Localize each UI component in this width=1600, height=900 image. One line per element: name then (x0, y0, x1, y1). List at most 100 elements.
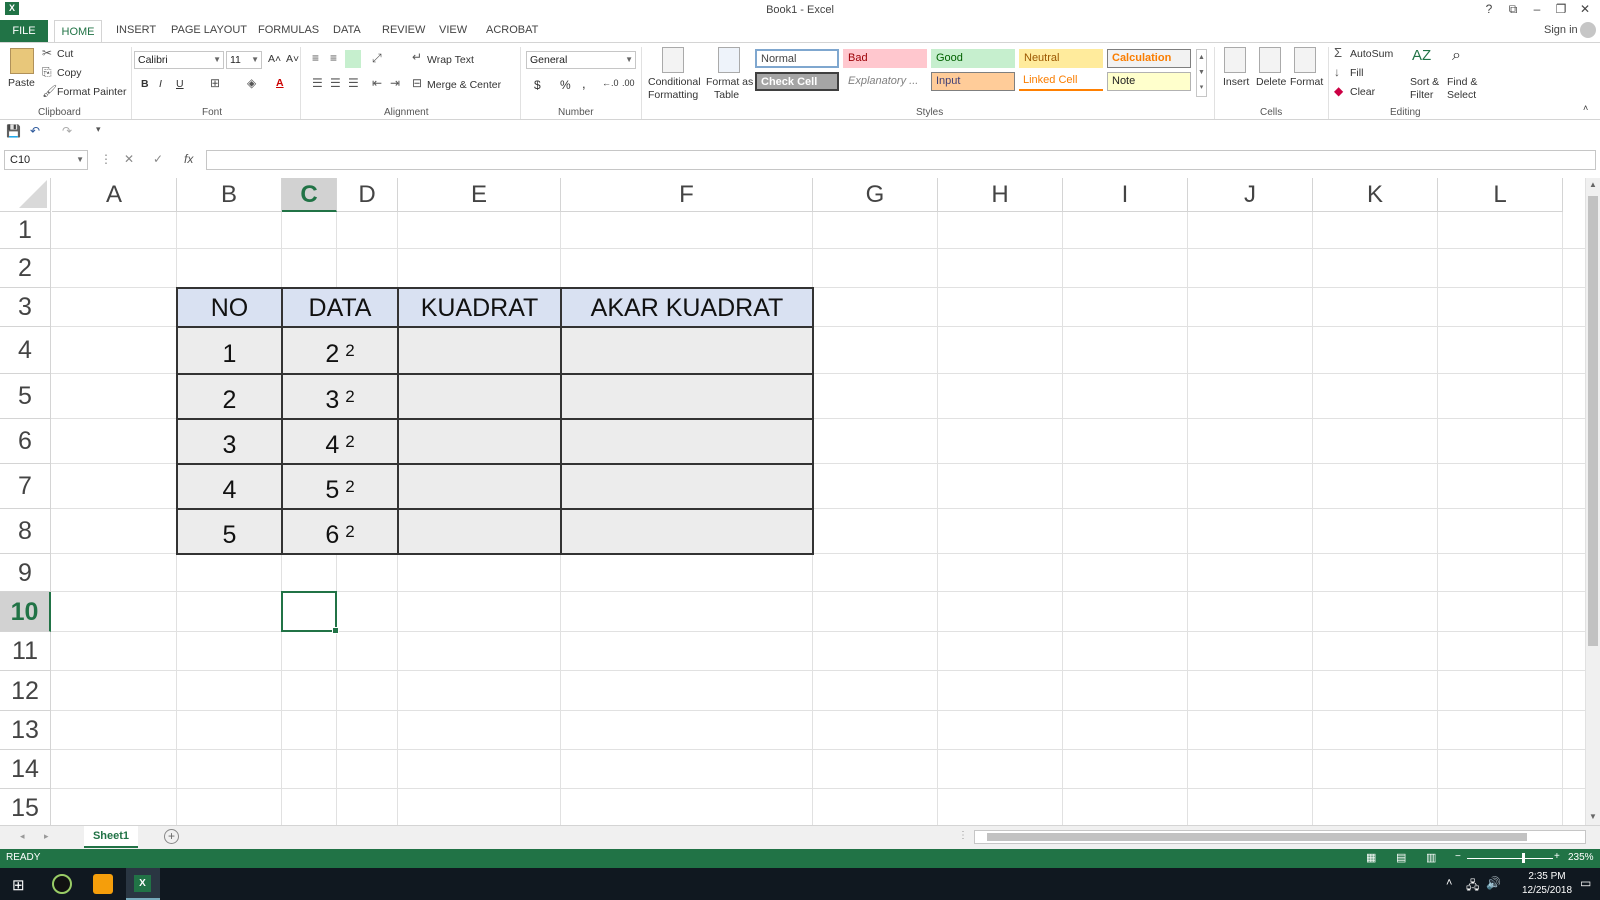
save-icon[interactable]: 💾 (6, 124, 21, 138)
tab-file[interactable]: FILE (0, 20, 48, 42)
tab-data[interactable]: DATA (333, 24, 361, 36)
fill-button[interactable]: Fill (1350, 67, 1363, 79)
row-header-1[interactable]: 1 (0, 212, 51, 249)
conditional-formatting-button-2[interactable]: Formatting (648, 89, 698, 101)
enter-icon[interactable]: ✓ (153, 152, 163, 166)
row-header-4[interactable]: 4 (0, 327, 51, 374)
zoom-slider-thumb[interactable] (1522, 853, 1525, 863)
number-format-dropdown[interactable]: General ▼ (526, 51, 636, 69)
align-right-icon[interactable]: ☰ (348, 76, 359, 90)
tab-view[interactable]: VIEW (439, 24, 467, 36)
column-header-J[interactable]: J (1188, 178, 1313, 212)
column-header-F[interactable]: F (561, 178, 813, 212)
page-break-view-icon[interactable]: ▥ (1426, 851, 1436, 864)
delete-cells-button[interactable]: Delete (1256, 76, 1286, 88)
increase-decimal-icon[interactable]: ←.0 (602, 78, 619, 88)
column-header-A[interactable]: A (52, 178, 177, 212)
name-box[interactable]: C10 ▼ (4, 150, 88, 170)
decrease-decimal-icon[interactable]: .00 (622, 78, 635, 88)
notifications-icon[interactable]: ▭ (1580, 876, 1591, 890)
copy-button[interactable]: Copy (57, 67, 82, 79)
column-header-G[interactable]: G (813, 178, 938, 212)
row-header-11[interactable]: 11 (0, 632, 51, 671)
conditional-formatting-button[interactable]: Conditional (648, 76, 701, 88)
tab-insert[interactable]: INSERT (116, 24, 156, 36)
scroll-up-icon[interactable]: ▲ (1589, 180, 1597, 189)
windows-start-icon[interactable]: ⊞ (12, 876, 25, 894)
network-icon[interactable]: 🖧 (1466, 876, 1479, 897)
format-cells-button[interactable]: Format (1290, 76, 1323, 88)
tab-split-icon[interactable]: ⋮ (958, 830, 968, 841)
cancel-icon[interactable]: ✕ (124, 152, 134, 166)
style-calculation[interactable]: Calculation (1107, 49, 1191, 68)
row-header-5[interactable]: 5 (0, 374, 51, 419)
find-select-button[interactable]: Find & (1447, 76, 1477, 88)
increase-indent-icon[interactable]: ⇥ (390, 76, 400, 90)
tab-formulas[interactable]: FORMULAS (258, 24, 319, 36)
row-header-6[interactable]: 6 (0, 419, 51, 464)
style-input[interactable]: Input (931, 72, 1015, 91)
formula-input[interactable] (206, 150, 1596, 170)
zoom-slider[interactable] (1467, 858, 1553, 859)
comma-button[interactable]: , (582, 76, 586, 91)
vertical-scrollbar[interactable]: ▲ ▼ (1585, 178, 1600, 825)
customize-qat-icon[interactable]: ▾ (96, 124, 101, 135)
browser-app-icon[interactable] (93, 874, 113, 894)
close-button[interactable]: ✕ (1574, 2, 1596, 16)
merge-center-button[interactable]: Merge & Center (427, 79, 501, 91)
selected-cell-c10[interactable] (281, 591, 339, 634)
style-linked-cell[interactable]: Linked Cell (1019, 72, 1103, 91)
style-explanatory[interactable]: Explanatory ... (843, 72, 927, 91)
worksheet-grid[interactable]: A B C D E F G H I J K L 1 2 3 4 5 6 7 8 9 10 11 12 13 14 15 NO DATA K… (0, 178, 1585, 825)
app-launcher-icon[interactable] (52, 874, 72, 894)
font-size-dropdown[interactable]: 11 ▼ (226, 51, 262, 69)
normal-view-icon[interactable]: ▦ (1366, 851, 1376, 864)
fill-color-icon[interactable]: ◈ (247, 76, 256, 90)
row-header-9[interactable]: 9 (0, 554, 51, 592)
align-center-icon[interactable]: ☰ (330, 76, 341, 90)
column-header-I[interactable]: I (1063, 178, 1188, 212)
undo-icon[interactable]: ↶ (30, 124, 40, 138)
next-sheet-icon[interactable]: ▸ (44, 831, 49, 842)
horizontal-scroll-thumb[interactable] (987, 833, 1527, 841)
autosum-button[interactable]: AutoSum (1350, 48, 1393, 60)
style-bad[interactable]: Bad (843, 49, 927, 68)
minimize-button[interactable]: – (1526, 2, 1548, 16)
clock-time[interactable]: 2:35 PM (1517, 871, 1577, 882)
middle-align-icon[interactable]: ≡ (330, 51, 337, 65)
style-check-cell[interactable]: Check Cell (755, 72, 839, 91)
italic-button[interactable]: I (159, 78, 162, 90)
style-neutral[interactable]: Neutral (1019, 49, 1103, 68)
zoom-in-icon[interactable]: + (1554, 851, 1560, 862)
paste-button[interactable]: Paste (8, 77, 35, 89)
font-color-icon[interactable]: A (276, 77, 284, 89)
borders-icon[interactable]: ⊞ (210, 76, 220, 90)
row-header-10[interactable]: 10 (0, 592, 51, 632)
sign-in-link[interactable]: Sign in (1544, 24, 1578, 36)
percent-button[interactable]: % (560, 78, 571, 92)
add-sheet-button[interactable]: + (164, 829, 179, 844)
row-header-13[interactable]: 13 (0, 711, 51, 750)
clear-button[interactable]: Clear (1350, 86, 1375, 98)
tab-page-layout[interactable]: PAGE LAYOUT (171, 24, 247, 36)
currency-button[interactable]: $ (534, 78, 541, 92)
sort-filter-button-2[interactable]: Filter (1410, 89, 1433, 101)
format-painter-button[interactable]: Format Painter (57, 86, 126, 98)
column-header-D[interactable]: D (337, 178, 398, 212)
zoom-level[interactable]: 235% (1568, 852, 1594, 863)
column-header-B[interactable]: B (177, 178, 282, 212)
prev-sheet-icon[interactable]: ◂ (20, 831, 25, 842)
format-as-table-button[interactable]: Format as (706, 76, 753, 88)
zoom-out-icon[interactable]: − (1455, 851, 1461, 862)
style-normal[interactable]: Normal (755, 49, 839, 68)
tab-acrobat[interactable]: ACROBAT (486, 24, 538, 36)
ribbon-display-options-icon[interactable]: ⧉ (1502, 2, 1524, 17)
show-hidden-icons-icon[interactable]: ˄ (1446, 877, 1452, 889)
cut-button[interactable]: Cut (57, 48, 73, 60)
row-header-14[interactable]: 14 (0, 750, 51, 789)
collapse-ribbon-icon[interactable]: ˄ (1583, 103, 1588, 113)
style-note[interactable]: Note (1107, 72, 1191, 91)
column-header-L[interactable]: L (1438, 178, 1563, 212)
column-header-E[interactable]: E (398, 178, 561, 212)
column-header-H[interactable]: H (938, 178, 1063, 212)
